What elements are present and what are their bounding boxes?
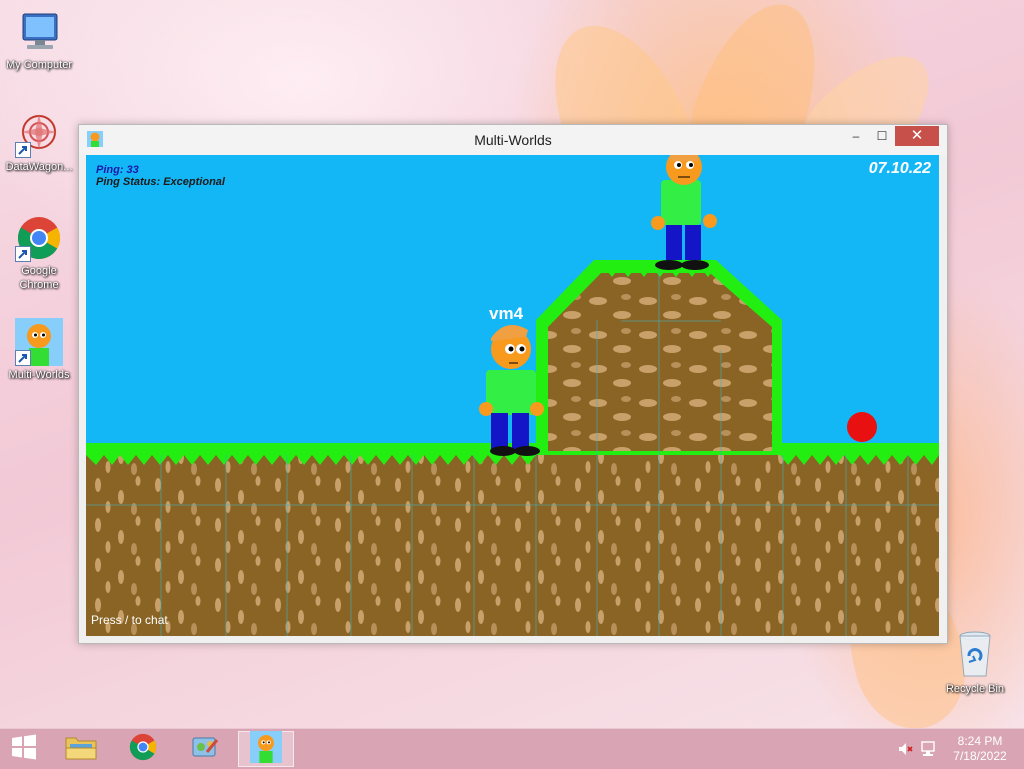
multi-worlds-icon [15, 318, 63, 366]
player-name-tag: vm4 [489, 304, 524, 323]
chrome-icon [15, 214, 63, 262]
close-button[interactable]: ✕ [895, 126, 939, 146]
taskbar-multi-worlds[interactable] [238, 730, 294, 768]
volume-muted-icon[interactable] [897, 741, 913, 757]
red-ball [847, 412, 877, 442]
folder-icon [64, 732, 98, 767]
other-player-character [651, 155, 717, 270]
taskbar-file-explorer[interactable] [53, 731, 109, 767]
taskbar-control-panel[interactable] [177, 731, 233, 767]
start-button[interactable] [0, 731, 48, 767]
maximize-button[interactable]: ☐ [869, 126, 895, 146]
shortcut-arrow-icon [15, 246, 31, 262]
ping-readout: Ping: 33 [96, 164, 139, 176]
desktop-icon-label: Google Chrome [19, 265, 59, 291]
network-icon[interactable] [920, 740, 938, 758]
desktop-icon-recycle-bin[interactable]: Recycle Bin [937, 630, 1013, 696]
clock-date: 7/18/2022 [953, 749, 1007, 763]
windows-logo-icon [11, 734, 37, 765]
desktop-icon-multi-worlds[interactable]: Multi-Worlds [1, 318, 77, 382]
desktop-icon-google-chrome[interactable]: Google Chrome [1, 214, 77, 292]
hill-dirt [548, 273, 772, 451]
game-date: 07.10.22 [868, 160, 931, 177]
taskbar: 8:24 PM 7/18/2022 [0, 728, 1024, 769]
player-character [479, 325, 544, 456]
desktop-icon-label: Multi-Worlds [8, 369, 70, 381]
ground-dirt [86, 451, 939, 636]
ping-status-readout: Ping Status: Exceptional [96, 176, 225, 188]
game-canvas[interactable]: Ping: 33 Ping Status: Exceptional 07.10.… [86, 155, 939, 636]
recycle-bin-icon [955, 630, 995, 680]
desktop-icon-label: My Computer [5, 59, 73, 71]
window-title: Multi-Worlds [474, 132, 552, 148]
datawagon-icon [15, 110, 63, 158]
chat-hint: Press / to chat [91, 613, 168, 627]
desktop-icon-label: Recycle Bin [945, 683, 1005, 695]
minimize-button[interactable]: ‒ [843, 126, 869, 146]
title-bar[interactable]: Multi-Worlds ‒ ☐ ✕ [79, 125, 947, 155]
desktop-icon-my-computer[interactable]: My Computer [1, 8, 77, 72]
shortcut-arrow-icon [15, 142, 31, 158]
clock-time: 8:24 PM [957, 734, 1003, 748]
app-window[interactable]: Multi-Worlds ‒ ☐ ✕ Ping: 33 Ping Status:… [78, 124, 948, 644]
desktop-icon-datawagon[interactable]: DataWagon... [1, 110, 77, 174]
chrome-icon [128, 732, 158, 767]
multi-worlds-icon [250, 730, 282, 768]
control-panel-icon [189, 732, 221, 767]
shortcut-arrow-icon [15, 350, 31, 366]
game-scene [86, 155, 939, 636]
clock[interactable]: 8:24 PM 7/18/2022 [946, 734, 1014, 764]
taskbar-chrome[interactable] [115, 731, 171, 767]
desktop-icon-label: DataWagon... [5, 161, 73, 173]
computer-icon [15, 8, 63, 56]
